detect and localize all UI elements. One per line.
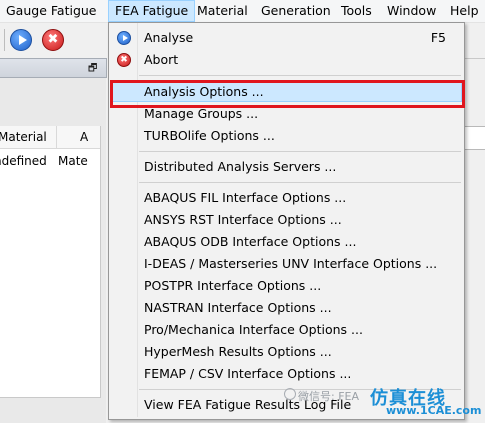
menu-generation[interactable]: Generation — [255, 0, 337, 22]
stop-icon: ✖ — [117, 53, 131, 67]
menu-item-ansys-rst-options[interactable]: ANSYS RST Interface Options ... — [111, 209, 462, 231]
shortcut-label: F5 — [430, 30, 446, 45]
menu-separator — [139, 182, 461, 183]
menu-item-label: ABAQUS FIL Interface Options ... — [144, 190, 347, 205]
menu-item-label: ANSYS RST Interface Options ... — [144, 212, 342, 227]
menu-item-label: FEMAP / CSV Interface Options ... — [144, 366, 352, 381]
stop-glyph: ✖ — [47, 32, 59, 47]
menu-item-label: Analyse — [144, 30, 194, 45]
stop-glyph: ✖ — [120, 55, 128, 65]
menu-item-label: I-DEAS / Masterseries UNV Interface Opti… — [144, 256, 438, 271]
menubar: Gauge Fatigue FEA Fatigue Material Gener… — [0, 0, 485, 23]
menu-item-abort[interactable]: ✖ Abort — [111, 49, 462, 71]
grid-header: Material A — [0, 126, 100, 149]
menu-item-label: NASTRAN Interface Options ... — [144, 300, 332, 315]
panel-title-bar: 🗗 — [0, 58, 107, 78]
cell-material: Mate — [58, 154, 88, 168]
table-row[interactable]: ndefined Mate — [0, 150, 100, 172]
toolbar-separator — [4, 29, 5, 51]
column-header-a[interactable]: A — [80, 130, 88, 144]
menu-item-label: POSTPR Interface Options ... — [144, 278, 322, 293]
menu-item-hypermesh-results-options[interactable]: HyperMesh Results Options ... — [111, 341, 462, 363]
right-divider — [464, 58, 485, 59]
annotation-highlight-box — [110, 80, 465, 108]
watermark-site: www.1CAE.com — [386, 404, 482, 417]
watermark-account: 微信号: FEA — [298, 390, 360, 403]
right-input-stub[interactable] — [464, 126, 485, 150]
menu-gauge-fatigue[interactable]: Gauge Fatigue — [0, 0, 103, 22]
menu-item-postpr-options[interactable]: POSTPR Interface Options ... — [111, 275, 462, 297]
run-icon[interactable] — [10, 29, 32, 51]
menu-item-turbolife-options[interactable]: TURBOlife Options ... — [111, 125, 462, 147]
menu-window[interactable]: Window — [381, 0, 442, 22]
menu-item-distributed-analysis-servers[interactable]: Distributed Analysis Servers ... — [111, 156, 462, 178]
stop-icon[interactable]: ✖ — [42, 29, 64, 51]
menu-material[interactable]: Material — [191, 0, 254, 22]
menu-item-label: ABAQUS ODB Interface Options ... — [144, 234, 357, 249]
menu-item-label: Distributed Analysis Servers ... — [144, 159, 337, 174]
menu-tools[interactable]: Tools — [335, 0, 378, 22]
menu-item-abaqus-odb-options[interactable]: ABAQUS ODB Interface Options ... — [111, 231, 462, 253]
menu-item-label: Abort — [144, 52, 179, 67]
run-icon — [117, 31, 131, 45]
cell-undefined: ndefined — [0, 154, 47, 168]
menu-separator — [139, 75, 461, 76]
float-window-icon[interactable]: 🗗 — [88, 61, 97, 78]
column-divider — [56, 126, 57, 148]
menu-item-femap-csv-options[interactable]: FEMAP / CSV Interface Options ... — [111, 363, 462, 385]
menu-item-pro-mechanica-options[interactable]: Pro/Mechanica Interface Options ... — [111, 319, 462, 341]
menu-help[interactable]: Help — [444, 0, 485, 22]
menu-fea-fatigue[interactable]: FEA Fatigue — [108, 0, 196, 22]
menu-item-label: TURBOlife Options ... — [144, 128, 275, 143]
menu-item-ideas-unv-options[interactable]: I-DEAS / Masterseries UNV Interface Opti… — [111, 253, 462, 275]
menu-item-label: HyperMesh Results Options ... — [144, 344, 332, 359]
menu-item-label: Pro/Mechanica Interface Options ... — [144, 322, 363, 337]
menu-item-abaqus-fil-options[interactable]: ABAQUS FIL Interface Options ... — [111, 187, 462, 209]
menu-separator — [139, 151, 461, 152]
menu-item-analyse[interactable]: Analyse F5 — [111, 27, 462, 49]
left-panel: Material A ndefined Mate — [0, 78, 106, 423]
wechat-logo-icon — [284, 388, 296, 400]
column-header-material[interactable]: Material — [0, 130, 47, 144]
menu-item-nastran-options[interactable]: NASTRAN Interface Options ... — [111, 297, 462, 319]
